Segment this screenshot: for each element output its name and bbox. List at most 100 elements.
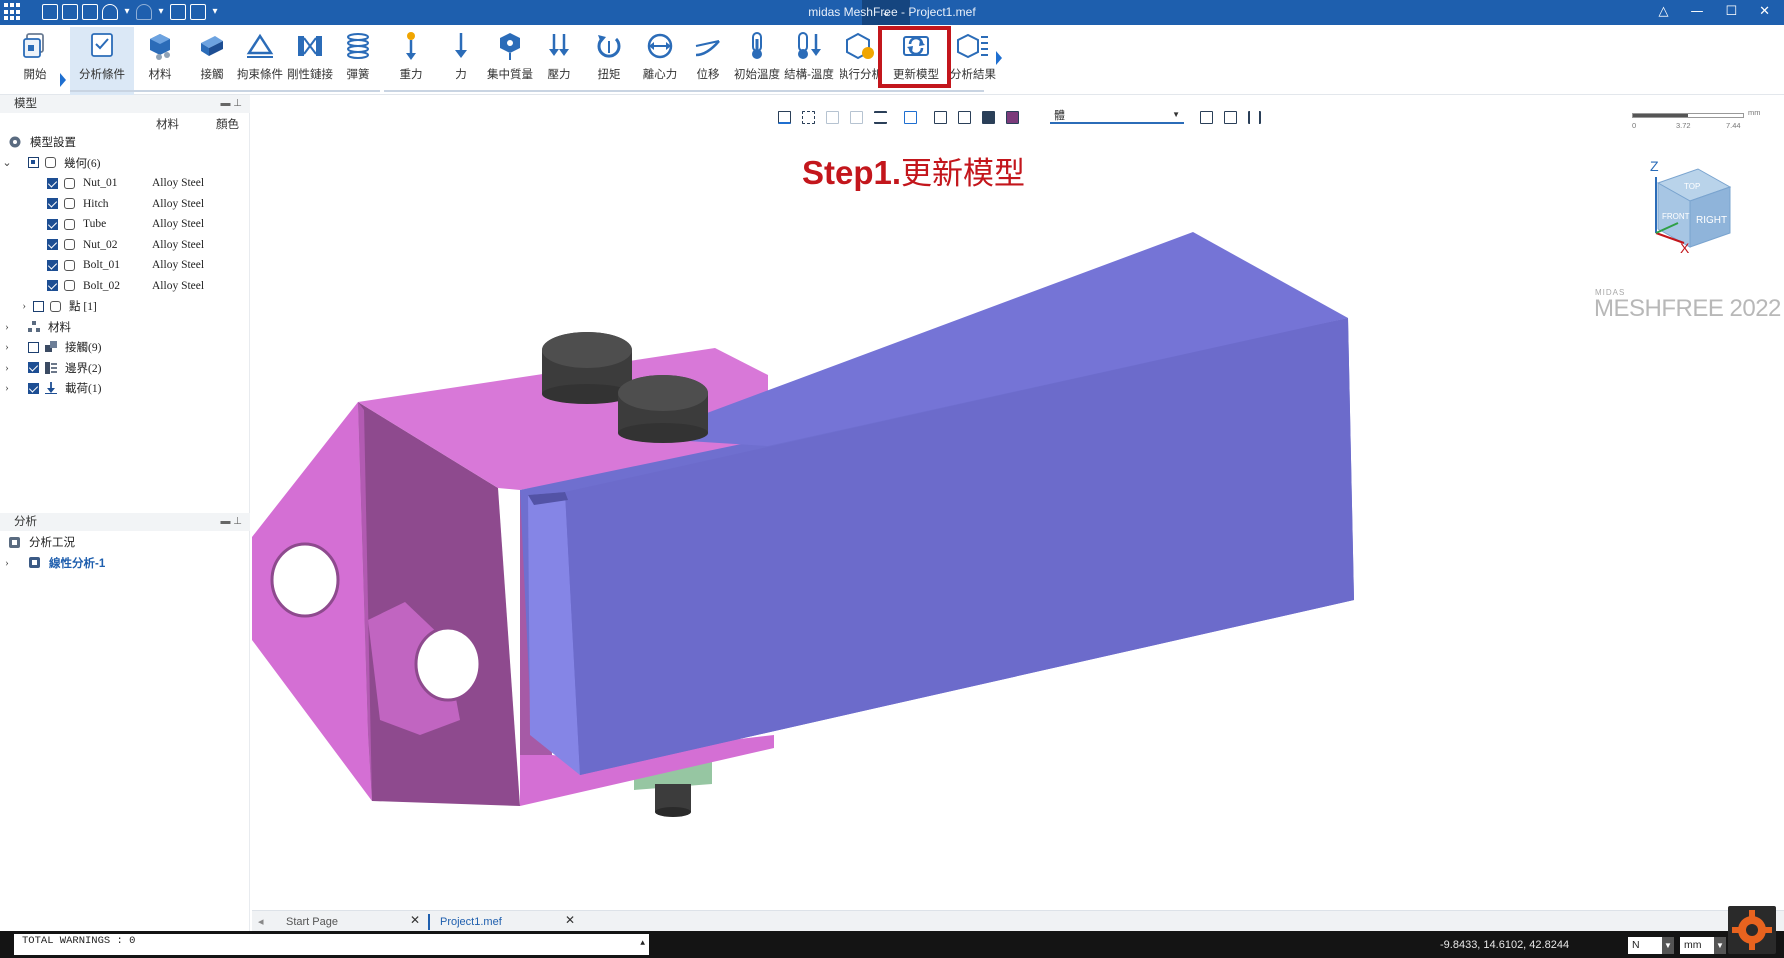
ribbon-label: 重力 — [399, 69, 423, 81]
tab-scroll-left-icon[interactable]: ◂ — [258, 914, 264, 930]
ribbon-button-structure-temperature[interactable]: 結構-溫度 — [784, 27, 834, 97]
ribbon-button-analysis-results[interactable]: 分析結果 — [950, 27, 996, 97]
minimize-icon[interactable]: — — [1690, 4, 1703, 19]
tree-contacts[interactable]: › 接觸(9) — [0, 337, 250, 358]
part-checkbox[interactable] — [47, 259, 58, 271]
tree-analysis-cases[interactable]: 分析工況 — [0, 532, 250, 553]
model-view[interactable] — [252, 95, 1784, 912]
select-layer-icon[interactable] — [982, 110, 995, 124]
ribbon-button-analysis-conditions[interactable]: 分析條件 — [70, 27, 134, 97]
scale-tick-label: 3.72 — [1676, 121, 1691, 130]
ribbon-button-pressure[interactable]: 壓力 — [545, 27, 573, 97]
view-cube[interactable]: TOP FRONT RIGHT Z X — [1634, 157, 1744, 267]
step-prefix: Step1. — [802, 154, 902, 191]
tree-label: 模型設置 — [30, 137, 76, 150]
split-view-icon[interactable] — [1224, 110, 1237, 124]
copy-view-icon[interactable] — [1200, 110, 1213, 124]
expand-chevron-icon[interactable]: › — [0, 382, 14, 394]
select-color-icon[interactable] — [1006, 110, 1019, 124]
ribbon-button-force[interactable]: 力 — [450, 27, 472, 97]
force-icon — [455, 33, 467, 58]
ribbon-button-initial-temperature[interactable]: 初始溫度 — [734, 27, 780, 97]
ribbon-button-point-mass[interactable]: 集中質量 — [486, 27, 534, 97]
tab-start-page[interactable]: Start Page — [286, 914, 338, 930]
structure-temperature-icon — [798, 32, 821, 59]
expand-chevron-icon[interactable]: ⌄ — [0, 156, 14, 169]
ribbon-label: 集中質量 — [487, 69, 533, 81]
ribbon-label: 材料 — [148, 69, 172, 81]
tree-part[interactable]: Tube Alloy Steel — [0, 214, 250, 235]
boundaries-checkbox[interactable] — [28, 362, 39, 374]
ribbon-button-contact[interactable]: 接觸 — [194, 27, 230, 97]
ribbon-button-torque[interactable]: 扭矩 — [593, 27, 625, 97]
length-unit-select[interactable]: mm ▼ — [1680, 937, 1726, 954]
part-checkbox[interactable] — [47, 218, 58, 230]
tree-points[interactable]: › 點 [1] — [0, 296, 250, 317]
ribbon-scroll-right-icon[interactable] — [996, 51, 1002, 65]
3d-viewport[interactable]: TOP FRONT RIGHT Z X MIDAS MESHFREE 2022 — [252, 95, 1784, 912]
select-window-icon[interactable] — [934, 110, 947, 124]
select-face-icon[interactable] — [904, 110, 917, 124]
tree-part[interactable]: Hitch Alloy Steel — [0, 194, 250, 215]
points-checkbox[interactable] — [33, 300, 44, 312]
tree-linear-analysis[interactable]: › 線性分析-1 — [0, 553, 250, 574]
ribbon-button-spring[interactable]: 彈簧 — [340, 27, 376, 97]
contacts-checkbox[interactable] — [28, 341, 39, 353]
help-icon[interactable]: △ — [1658, 4, 1668, 19]
ribbon-label: 結構-溫度 — [784, 69, 834, 81]
expand-chevron-icon[interactable]: › — [0, 362, 14, 374]
pin-icon[interactable]: ▬ ⊥ — [221, 513, 243, 531]
close-tab-icon[interactable]: ✕ — [565, 913, 575, 927]
output-console[interactable]: TOTAL WARNINGS : 0 ▲ — [14, 934, 649, 955]
ribbon-button-centrifugal[interactable]: 離心力 — [640, 27, 680, 97]
ribbon-button-rigid-link[interactable]: 剛性鏈接 — [286, 27, 334, 97]
ribbon-button-gravity[interactable]: 重力 — [398, 27, 424, 97]
tree-part[interactable]: Bolt_01 Alloy Steel — [0, 255, 250, 276]
pin-icon[interactable]: ▬ ⊥ — [221, 95, 243, 113]
part-checkbox[interactable] — [47, 280, 58, 292]
select-node-icon[interactable] — [826, 110, 839, 124]
tree-loads[interactable]: › 載荷(1) — [0, 378, 250, 399]
measure-icon[interactable] — [1248, 110, 1261, 124]
part-checkbox[interactable] — [47, 239, 58, 251]
ribbon-button-displacement[interactable]: 位移 — [692, 27, 724, 97]
tree-geometry[interactable]: ⌄ 幾何(6) — [0, 153, 250, 174]
expand-chevron-icon[interactable]: › — [0, 557, 14, 569]
expand-chevron-icon[interactable]: › — [0, 300, 30, 312]
tree-root-model-settings[interactable]: 模型設置 — [0, 132, 250, 153]
tab-project1[interactable]: Project1.mef — [428, 914, 502, 930]
loads-checkbox[interactable] — [28, 382, 39, 394]
view-box-icon[interactable] — [778, 110, 791, 124]
scale-tick-label: 7.44 — [1726, 121, 1741, 130]
tree-part[interactable]: Nut_02 Alloy Steel — [0, 235, 250, 256]
part-material: Alloy Steel — [152, 238, 205, 251]
force-unit-select[interactable]: N ▼ — [1628, 937, 1674, 954]
part-material: Alloy Steel — [152, 197, 205, 210]
select-edge-icon[interactable] — [850, 110, 863, 124]
expand-chevron-icon[interactable]: › — [0, 341, 14, 353]
ribbon-button-constraint[interactable]: 拘束條件 — [236, 27, 284, 97]
ribbon-button-material[interactable]: 材料 — [142, 27, 178, 97]
tree-part[interactable]: Nut_01 Alloy Steel — [0, 173, 250, 194]
tree-part[interactable]: Bolt_02 Alloy Steel — [0, 276, 250, 297]
expand-chevron-icon[interactable]: › — [0, 321, 14, 333]
ribbon-button-start[interactable]: 開始 — [14, 27, 56, 97]
part-checkbox[interactable] — [47, 177, 58, 189]
view-box-dashed-icon[interactable] — [802, 110, 815, 124]
dropdown-arrow-icon: ▼ — [1662, 937, 1674, 954]
select-cross-icon[interactable] — [958, 110, 971, 124]
close-icon[interactable]: ✕ — [1759, 4, 1770, 19]
console-expand-icon[interactable]: ▲ — [640, 936, 645, 951]
assistant-icon[interactable] — [1728, 906, 1776, 954]
tree-materials[interactable]: › 材料 — [0, 317, 250, 338]
analysis-case-icon — [9, 536, 20, 548]
ribbon-button-run-analysis[interactable]: 執行分析 — [840, 27, 880, 97]
tree-boundaries[interactable]: › 邊界(2) — [0, 358, 250, 379]
geometry-checkbox[interactable] — [28, 157, 39, 169]
maximize-icon[interactable]: ☐ — [1725, 4, 1737, 19]
list-icon[interactable] — [874, 110, 887, 124]
selection-type-dropdown[interactable]: 體 ▼ — [1050, 107, 1184, 124]
part-checkbox[interactable] — [47, 198, 58, 210]
close-tab-icon[interactable]: ✕ — [410, 913, 420, 927]
ribbon-label: 初始溫度 — [734, 69, 780, 81]
